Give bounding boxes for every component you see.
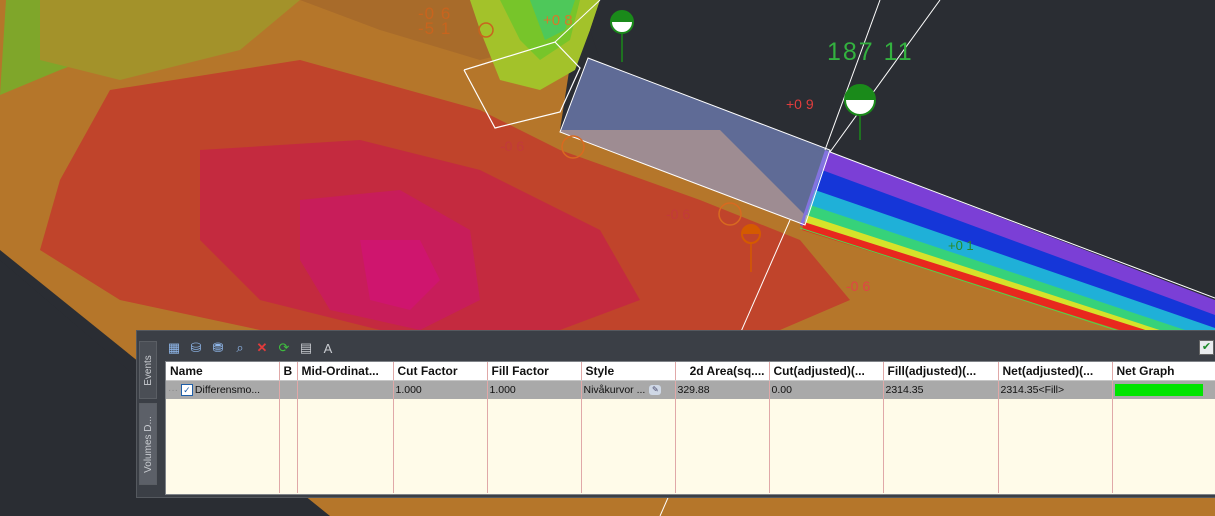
table-row[interactable]: ··· ✓ Differensmo... 1.000 1.000 Nivåkurv…: [166, 380, 1215, 399]
refresh-icon[interactable]: ⟳: [275, 339, 293, 357]
column-header-net-adjusted[interactable]: Net(adjusted)(...: [998, 362, 1113, 381]
cell-fill-factor[interactable]: 1.000: [487, 380, 582, 399]
table-header: Name B Mid-Ordinat... Cut Factor Fill Fa…: [166, 362, 1215, 381]
map-label-station: 187 11: [827, 38, 914, 66]
style-edit-icon[interactable]: ✎: [649, 385, 662, 396]
add-surface-icon[interactable]: ⛁: [187, 339, 205, 357]
cell-net-graph: [1112, 380, 1215, 399]
tab-events[interactable]: Events: [139, 341, 157, 399]
volumes-table: Name B Mid-Ordinat... Cut Factor Fill Fa…: [165, 361, 1215, 495]
column-header-fill-adjusted[interactable]: Fill(adjusted)(...: [883, 362, 999, 381]
delete-icon[interactable]: ✕: [253, 339, 271, 357]
column-header-fill-factor[interactable]: Fill Factor: [487, 362, 582, 381]
grid-icon[interactable]: ▦: [165, 339, 183, 357]
column-header-cut-adjusted[interactable]: Cut(adjusted)(...: [769, 362, 884, 381]
cell-style[interactable]: Nivåkurvor ... ✎: [581, 380, 676, 399]
table-empty-area: [166, 399, 1215, 493]
cell-2d-area: 329.88: [675, 380, 770, 399]
palette-toolbar: ▦ ⛁ ⛃ ⌕ ✕ ⟳ ▤ A: [165, 338, 337, 358]
map-label-elevation: +0 1: [948, 238, 974, 253]
checkmark-icon[interactable]: ✔: [1199, 340, 1214, 355]
checkbox-icon[interactable]: ✓: [180, 384, 193, 397]
add-stack-icon[interactable]: ⛃: [209, 339, 227, 357]
column-header-cut-factor[interactable]: Cut Factor: [393, 362, 488, 381]
cell-fill-adjusted: 2314.35: [883, 380, 999, 399]
map-label-elevation: -0 6: [846, 278, 871, 294]
net-graph-bar: [1114, 384, 1203, 397]
column-header-mid-ordinate[interactable]: Mid-Ordinat...: [297, 362, 394, 381]
side-tabs: Events Volumes D...: [137, 341, 157, 491]
zoom-surface-icon[interactable]: ⌕: [231, 339, 249, 357]
column-header-b[interactable]: B: [279, 362, 298, 381]
report-icon[interactable]: ▤: [297, 339, 315, 357]
cell-cut-factor[interactable]: 1.000: [393, 380, 488, 399]
tab-volumes-dashboard[interactable]: Volumes D...: [139, 403, 157, 485]
cell-name[interactable]: ··· ✓ Differensmo...: [166, 380, 280, 399]
map-label-elevation: +0 9: [786, 96, 814, 112]
cell-net-adjusted: 2314.35<Fill>: [998, 380, 1113, 399]
cell-mid-ordinate: [297, 380, 394, 399]
column-header-net-graph[interactable]: Net Graph: [1112, 362, 1215, 381]
text-icon[interactable]: A: [319, 339, 337, 357]
map-label-elevation: -0 6: [666, 206, 691, 222]
volumes-dashboard-palette: Events Volumes D... ▦ ⛁ ⛃ ⌕ ✕ ⟳ ▤ A ✔ Na…: [136, 330, 1215, 498]
column-header-name[interactable]: Name: [166, 362, 280, 381]
map-label-elevation: -0 6 -5 1: [418, 4, 452, 38]
column-header-2d-area[interactable]: 2d Area(sq....: [675, 362, 770, 381]
cell-cut-adjusted: 0.00: [769, 380, 884, 399]
cell-b: [279, 380, 298, 399]
map-label-elevation: -0 6: [500, 138, 525, 154]
map-label-elevation: +0 8: [543, 12, 573, 29]
column-header-style[interactable]: Style: [581, 362, 676, 381]
